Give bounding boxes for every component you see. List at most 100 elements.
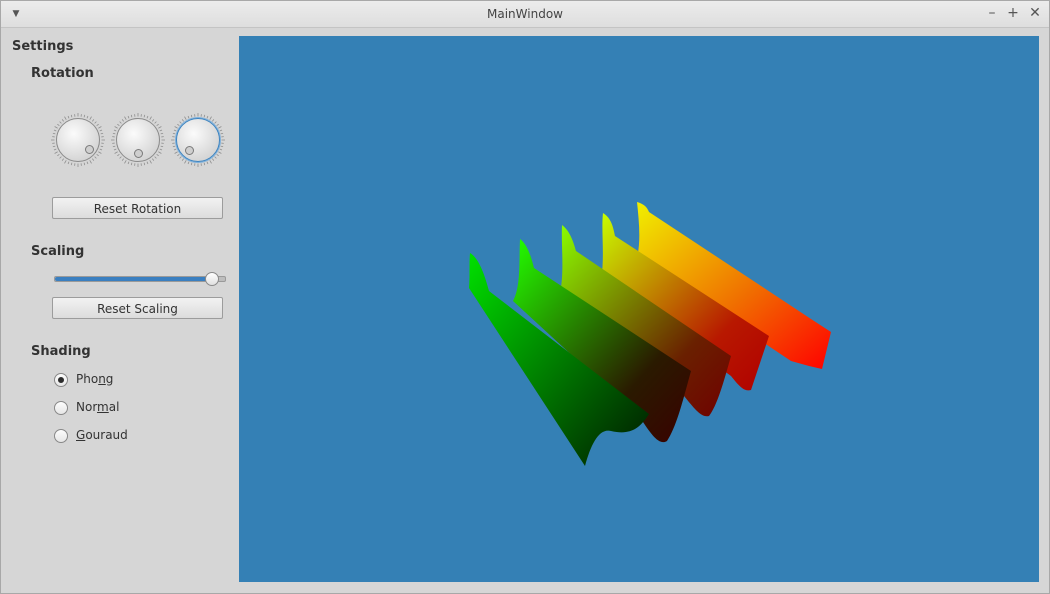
dial-tick [114, 126, 118, 129]
radio-checked-dot [58, 377, 64, 383]
scaling-slider-handle[interactable] [205, 272, 220, 286]
dial-tick [124, 160, 127, 164]
dial-tick [99, 129, 103, 132]
dial-tick [214, 121, 217, 124]
settings-title: Settings [12, 39, 74, 54]
dial-tick [52, 145, 56, 148]
radio-label: Normal [76, 400, 120, 414]
dial-indicator [185, 146, 194, 155]
dial-tick [94, 156, 97, 159]
dial-tick [218, 151, 222, 154]
dial-tick [54, 151, 58, 154]
dial-tick [190, 114, 193, 118]
dial-tick [117, 153, 120, 157]
dial-tick [121, 158, 125, 161]
radio-button[interactable] [54, 401, 68, 415]
close-icon[interactable]: ✕ [1027, 5, 1043, 21]
dial-tick [89, 160, 92, 164]
dial-tick [220, 132, 224, 135]
dial-tick [172, 132, 176, 135]
dial-tick [127, 161, 130, 165]
dial-tick [98, 151, 102, 154]
dial-tick [143, 162, 146, 166]
dial-tick [96, 153, 99, 157]
dial-tick [177, 153, 180, 157]
dial-tick [91, 158, 95, 161]
dial-tick [64, 116, 67, 120]
reset-scaling-button[interactable]: Reset Scaling [52, 297, 223, 319]
dial-tick [64, 160, 67, 164]
scaling-slider-groove[interactable] [54, 276, 226, 282]
dial-tick [146, 161, 149, 165]
dial-tick [209, 116, 212, 120]
dial-tick [61, 158, 65, 161]
dial-tick [86, 161, 89, 165]
dial-knob [56, 118, 100, 162]
dial-tick [57, 153, 60, 157]
dial-tick [67, 115, 70, 119]
dial-tick [149, 160, 152, 164]
dial-tick [173, 129, 177, 132]
dial-tick [59, 121, 62, 124]
minimize-icon[interactable]: – [984, 5, 1000, 21]
dial-tick [100, 132, 104, 135]
dial-tick [151, 158, 155, 161]
dial-tick [216, 123, 219, 127]
rotation-title: Rotation [31, 66, 94, 81]
dial-knob [176, 118, 220, 162]
y-rotation-dial[interactable] [111, 113, 165, 167]
scaling-slider-fill [55, 277, 214, 281]
dial-tick [59, 156, 62, 159]
dial-tick [181, 119, 185, 122]
dial-tick [179, 121, 182, 124]
z-rotation-dial[interactable] [171, 113, 225, 167]
dial-tick [83, 114, 86, 118]
dial-tick [127, 115, 130, 119]
dial-tick [119, 156, 122, 159]
dial-tick [211, 119, 215, 122]
dial-indicator [85, 145, 94, 154]
window-title: MainWindow [487, 7, 563, 21]
dial-tick [86, 115, 89, 119]
dial-tick [181, 158, 185, 161]
dial-tick [156, 123, 159, 127]
radio-button[interactable] [54, 429, 68, 443]
x-rotation-dial[interactable] [51, 113, 105, 167]
dial-tick [124, 116, 127, 120]
dial-tick [98, 126, 102, 129]
radio-label: Gouraud [76, 428, 128, 442]
dial-tick [149, 116, 152, 120]
dial-tick [151, 119, 155, 122]
dial-tick [187, 161, 190, 165]
opengl-viewport[interactable] [239, 36, 1039, 582]
dial-tick [211, 158, 215, 161]
dial-tick [61, 119, 65, 122]
dial-tick [190, 162, 193, 166]
dial-tick [67, 161, 70, 165]
dial-tick [94, 121, 97, 124]
radio-button[interactable] [54, 373, 68, 387]
reset-rotation-button[interactable]: Reset Rotation [52, 197, 223, 219]
title-bar: ▼ MainWindow – + ✕ [1, 1, 1049, 28]
dial-tick [218, 126, 222, 129]
dial-tick [113, 129, 117, 132]
dial-tick [206, 161, 209, 165]
dial-tick [57, 123, 60, 127]
dial-tick [219, 129, 223, 132]
dial-tick [160, 145, 164, 148]
dial-tick [219, 148, 223, 151]
dial-tick [174, 126, 178, 129]
dial-tick [154, 156, 157, 159]
dial-tick [156, 153, 159, 157]
dial-tick [83, 162, 86, 166]
surface-render [469, 202, 831, 466]
scaling-title: Scaling [31, 244, 85, 259]
dial-tick [177, 123, 180, 127]
dial-tick [130, 114, 133, 118]
dial-tick [206, 115, 209, 119]
dial-tick [70, 114, 73, 118]
dial-tick [117, 123, 120, 127]
dial-tick [209, 160, 212, 164]
maximize-icon[interactable]: + [1005, 5, 1021, 21]
dial-tick [52, 132, 56, 135]
